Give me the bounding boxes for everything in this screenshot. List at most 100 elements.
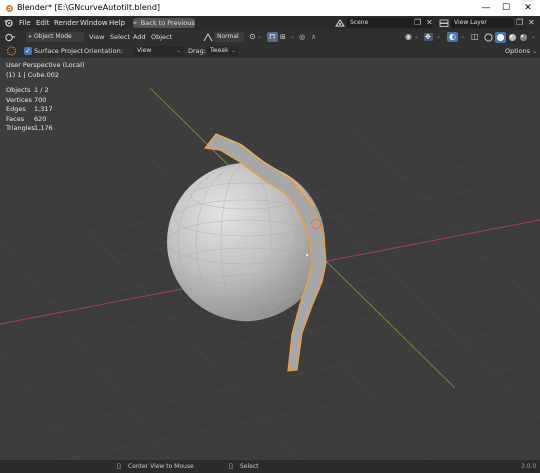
drag-dropdown-icon: ⌄ [230, 47, 236, 54]
rendered-shading-icon[interactable] [519, 33, 528, 42]
blender-logo-icon [6, 5, 13, 12]
scene-name: Scene [350, 19, 369, 26]
material-preview-icon[interactable] [508, 33, 517, 42]
mode-label: Object Mode [33, 33, 72, 40]
pivot-point-icon[interactable]: ⊙ [249, 30, 256, 44]
maximize-button[interactable]: ☐ [496, 0, 516, 16]
snap-toggle[interactable]: ⊓ [267, 32, 278, 42]
active-tool-icon[interactable] [6, 46, 17, 56]
stat-label: Objects [6, 86, 31, 94]
header-menu-add[interactable]: Add [133, 30, 146, 44]
snap-target-icon[interactable]: ⊞ [280, 30, 286, 44]
tool-settings-header: ✓ Surface Project Orientation: View ⌄ Dr… [0, 44, 540, 58]
orientation-dropdown-icon: ⌄ [175, 47, 181, 54]
header-menu-select[interactable]: Select [110, 30, 130, 44]
checkmark-icon: ✓ [25, 47, 31, 55]
stat-row-edges: Edges 1,317 [6, 105, 53, 113]
transform-orientation-selector[interactable]: Normal [214, 32, 244, 42]
header-menu-object[interactable]: Object [151, 30, 172, 44]
3d-cursor-icon [306, 254, 308, 256]
window-title: Blender* [E:\GNcurveAutotilt.blend] [17, 3, 161, 12]
view-layer-name: View Layer [454, 19, 487, 26]
copy-view-layer-icon[interactable]: ❐ [516, 16, 523, 30]
title-bar: Blender* [E:\GNcurveAutotilt.blend] — ☐ … [0, 0, 540, 16]
stat-label: Vertices [6, 96, 32, 104]
drag-value: Tweak [210, 47, 229, 54]
orientation-label: Orientation: [84, 47, 123, 55]
back-to-previous-button[interactable]: ⇤ Back to Previous [133, 18, 195, 28]
editor-type-icon[interactable] [4, 33, 16, 42]
mouse-middle-icon: ▯ [117, 462, 121, 470]
stat-label: Edges [6, 105, 26, 113]
stat-value: 1 / 2 [34, 86, 49, 94]
stat-label: Faces [6, 115, 25, 123]
surface-project-label: Surface Project [34, 47, 84, 55]
delete-view-layer-icon[interactable]: ✕ [528, 16, 535, 30]
version-label: 3.0.0 [521, 463, 537, 470]
minimize-button[interactable]: — [476, 0, 496, 16]
options-menu[interactable]: Options ⌄ [505, 44, 538, 58]
stat-label: Triangles [6, 124, 35, 132]
surface-project-checkbox[interactable]: ✓ [24, 47, 32, 55]
menu-window[interactable]: Window [80, 16, 108, 30]
gizmo-dropdown-icon[interactable]: ⌄ [436, 30, 441, 44]
stat-row-faces: Faces 620 [6, 115, 46, 123]
scene-icon[interactable] [335, 19, 345, 27]
overlay-icon: ◐ [449, 32, 456, 41]
status-right-hint: Select [240, 463, 259, 470]
gizmo-toggle[interactable]: ✥ [424, 33, 433, 41]
falloff-icon[interactable]: ∧ [311, 30, 316, 44]
menu-edit[interactable]: Edit [36, 16, 50, 30]
visibility-icon[interactable]: ◉ [405, 30, 412, 44]
xray-toggle-icon[interactable]: ◫ [471, 30, 479, 44]
orientation-selector[interactable]: View ⌄ [134, 46, 184, 56]
orientation-value: View [137, 47, 152, 54]
snap-dropdown-icon[interactable]: ⌄ [290, 30, 295, 44]
viewport-canvas [0, 87, 540, 460]
pivot-dropdown-icon[interactable]: ⌄ [257, 30, 262, 44]
stat-row-triangles: Triangles 1,176 [6, 124, 53, 132]
back-to-previous-label: Back to Previous [140, 19, 195, 27]
drag-selector[interactable]: Tweak ⌄ [207, 46, 239, 56]
blender-window: Blender* [E:\GNcurveAutotilt.blend] — ☐ … [0, 0, 540, 473]
blender-menu-icon[interactable] [4, 19, 13, 27]
stat-row-objects: Objects 1 / 2 [6, 86, 49, 94]
shading-dropdown-icon[interactable]: ⌄ [531, 30, 536, 44]
options-dropdown-icon: ⌄ [532, 47, 538, 55]
stat-value: 700 [34, 96, 47, 104]
back-arrow-icon: ⇤ [133, 19, 139, 27]
stat-value: 1,317 [34, 105, 53, 113]
menu-file[interactable]: File [19, 16, 31, 30]
menu-render[interactable]: Render [54, 16, 79, 30]
visibility-dropdown-icon[interactable]: ⌄ [414, 30, 419, 44]
transform-orientation-icon [203, 33, 213, 42]
proportional-editing-icon[interactable]: ◎ [299, 30, 305, 44]
top-menu-bar: File Edit Render Window Help ⇤ Back to P… [0, 16, 540, 30]
status-bar: ▯ Center View to Mouse ▯ Select 3.0.0 [0, 460, 540, 473]
stat-value: 620 [34, 115, 47, 123]
3d-viewport[interactable]: User Perspective (Local) (1) 1 | Cube.00… [0, 58, 540, 460]
stat-value: 1,176 [34, 124, 53, 132]
delete-scene-icon[interactable]: ✕ [426, 16, 433, 30]
close-button[interactable]: ✕ [518, 0, 538, 16]
gizmo-icon: ✥ [425, 33, 431, 41]
solid-shading-icon[interactable] [495, 32, 506, 43]
overlay-dropdown-icon[interactable]: ⌄ [460, 30, 465, 44]
header-menu-view[interactable]: View [89, 30, 104, 44]
drag-label: Drag: [188, 47, 206, 55]
menu-help[interactable]: Help [109, 16, 125, 30]
mode-selector[interactable]: ▸ Object Mode [26, 32, 84, 42]
viewport-perspective-label: User Perspective (Local) [6, 61, 85, 69]
options-label: Options [505, 47, 531, 55]
wireframe-shading-icon[interactable] [484, 33, 493, 42]
view-layer-selector[interactable]: View Layer [451, 18, 513, 28]
viewport-object-info: (1) 1 | Cube.002 [6, 71, 59, 79]
stat-row-vertices: Vertices 700 [6, 96, 46, 104]
copy-scene-icon[interactable]: ❐ [414, 16, 421, 30]
transform-orientation-label: Normal [217, 33, 239, 40]
view-layer-icon[interactable] [439, 19, 449, 27]
snap-magnet-icon: ⊓ [269, 32, 276, 41]
viewport-header: ▸ Object Mode View Select Add Object Nor… [0, 30, 540, 44]
sphere-mesh [166, 162, 326, 322]
overlay-toggle[interactable]: ◐ [447, 32, 458, 42]
